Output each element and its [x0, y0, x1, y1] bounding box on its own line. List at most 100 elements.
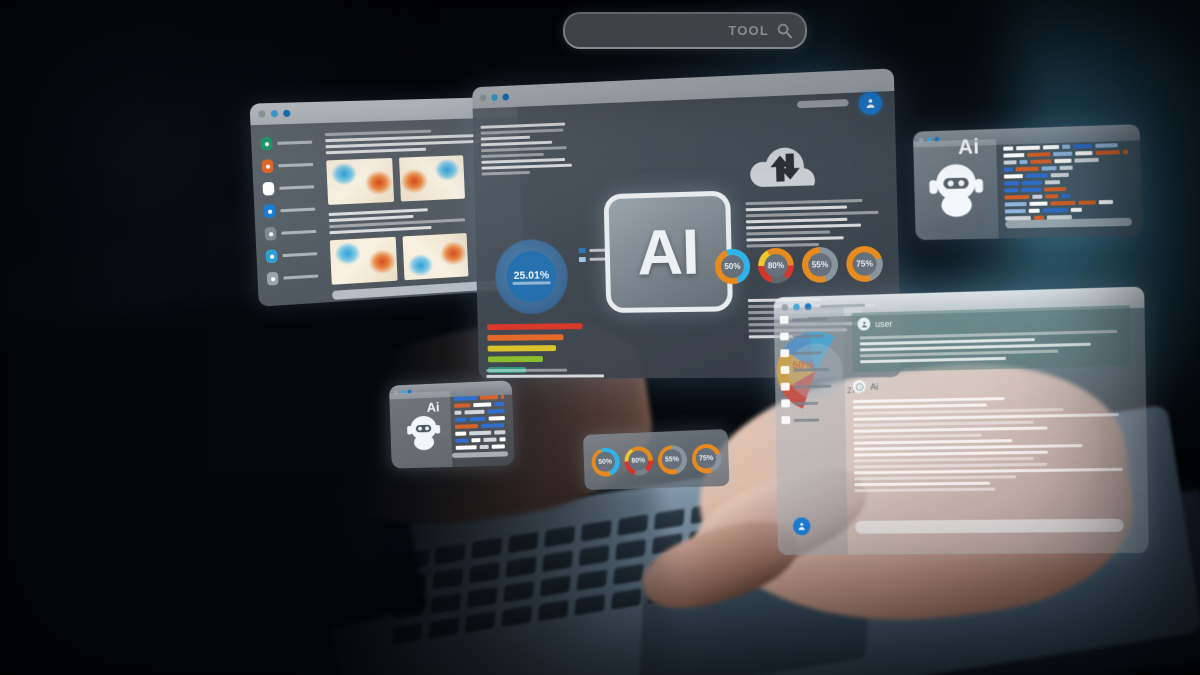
main-gauge-row[interactable]: 50% 80% 55% 75%	[714, 246, 883, 285]
heatmap-thumbnail-1[interactable]	[326, 158, 394, 205]
chat-item-icon[interactable]	[780, 332, 789, 340]
sidebar-nav[interactable]	[260, 135, 327, 295]
bar-chart-bar-1[interactable]	[487, 334, 563, 341]
chat-list-item[interactable]	[780, 348, 844, 357]
main-pie-chart[interactable]: 25.01%	[491, 235, 573, 319]
chat-list-item[interactable]	[781, 365, 845, 374]
address-pill[interactable]	[797, 99, 849, 108]
sidebar-item-3[interactable]	[264, 202, 324, 218]
text-line	[860, 330, 1117, 340]
chat-list-item[interactable]	[781, 381, 845, 390]
code-token	[1004, 160, 1017, 164]
heatmap-thumbnail-4[interactable]	[403, 233, 469, 280]
code-token	[1045, 180, 1060, 184]
chat-list-item[interactable]	[780, 314, 844, 324]
text-line	[853, 413, 1119, 421]
chat-item-label	[794, 418, 819, 421]
sidebar-item-5[interactable]	[266, 247, 326, 264]
gauge-donut[interactable]: 55%	[657, 444, 687, 474]
sidebar-item-1[interactable]	[261, 158, 321, 174]
legend-swatch	[579, 248, 586, 253]
gauge-donut[interactable]: 50%	[714, 249, 750, 285]
chat-item-icon[interactable]	[781, 366, 790, 374]
chat-sidebar-list[interactable]	[774, 306, 848, 555]
sidebar-item-0[interactable]	[260, 135, 320, 150]
user-avatar-icon[interactable]	[859, 91, 883, 114]
text-line	[854, 463, 1047, 469]
gauge-donut[interactable]: 80%	[758, 248, 795, 284]
chat-list-item[interactable]	[781, 415, 845, 424]
close-dot-icon[interactable]	[258, 110, 266, 117]
gauge-donut[interactable]: 50%	[591, 447, 620, 477]
model-icon	[265, 227, 277, 241]
bar-chart-bar-2[interactable]	[488, 345, 557, 351]
code-line	[455, 416, 507, 422]
close-dot-icon[interactable]	[480, 94, 487, 101]
gauge-donut[interactable]: 55%	[802, 247, 839, 283]
heatmap-thumbnail-3[interactable]	[330, 237, 398, 285]
minimize-dot-icon[interactable]	[271, 110, 279, 117]
text-line	[854, 482, 989, 487]
search-icon[interactable]	[776, 22, 793, 39]
gauge-value: 80%	[768, 261, 785, 270]
ai-panel-code-block	[1003, 143, 1134, 224]
code-token	[1005, 195, 1030, 200]
maximize-dot-icon[interactable]	[283, 110, 291, 117]
code-token	[480, 395, 498, 400]
chat-item-icon[interactable]	[781, 383, 790, 391]
chat-list-item[interactable]	[781, 398, 845, 407]
text-line	[486, 369, 567, 372]
code-token	[473, 402, 491, 407]
text-line	[746, 205, 848, 211]
sidebar-item-label	[277, 141, 312, 145]
bar-chart-bar-0[interactable]	[487, 323, 582, 330]
chat-window[interactable]: 50% 27% user ? Ai	[774, 286, 1149, 555]
code-token	[1043, 145, 1059, 149]
code-token	[499, 437, 505, 441]
chat-item-icon[interactable]	[781, 416, 790, 424]
sidebar-item-4[interactable]	[265, 224, 325, 240]
chat-item-icon[interactable]	[781, 399, 790, 407]
bar-chart-bar-3[interactable]	[488, 356, 543, 362]
gauge-donut[interactable]: 75%	[846, 246, 883, 283]
chat-input[interactable]	[855, 519, 1124, 534]
code-token	[1074, 158, 1099, 163]
pipeline-icon	[266, 249, 278, 263]
metrics-gauge-bar[interactable]: 50% 80% 55% 75%	[583, 429, 729, 490]
code-line	[454, 402, 506, 408]
main-text-block-right	[745, 198, 885, 250]
code-token	[1026, 173, 1048, 178]
chat-item-icon[interactable]	[780, 349, 789, 357]
text-line	[854, 451, 1048, 457]
code-line	[1005, 192, 1134, 199]
code-token	[1005, 209, 1026, 213]
ai-small-input[interactable]	[452, 451, 508, 458]
code-token	[472, 438, 481, 442]
chat-list-item[interactable]	[780, 331, 844, 341]
code-token	[501, 395, 504, 399]
ai-assistant-panel-small[interactable]: Ai	[389, 380, 515, 468]
maximize-dot-icon[interactable]	[502, 93, 509, 100]
code-token	[483, 438, 496, 442]
minimize-dot-icon[interactable]	[491, 94, 498, 101]
chat-item-icon[interactable]	[780, 316, 789, 324]
user-avatar-icon	[857, 317, 870, 330]
gauge-value: 55%	[665, 456, 679, 464]
sidebar-item-2[interactable]	[263, 180, 323, 196]
cloud-sync-icon[interactable]	[743, 138, 826, 197]
text-line	[860, 350, 1058, 358]
metric-gauge-row[interactable]: 50% 80% 55% 75%	[591, 443, 722, 477]
send-icon[interactable]	[793, 517, 811, 535]
ai-avatar-icon: ?	[853, 380, 866, 393]
code-line	[1004, 164, 1133, 172]
heatmap-thumbnail-2[interactable]	[399, 155, 465, 201]
gauge-donut[interactable]: 80%	[624, 446, 653, 476]
ai-assistant-panel[interactable]: Ai	[913, 124, 1143, 240]
text-line	[854, 457, 1034, 463]
tool-search-bar[interactable]: TOOL	[563, 12, 807, 49]
sidebar-item-6[interactable]	[267, 269, 327, 286]
gauge-donut[interactable]: 75%	[691, 443, 721, 473]
text-line	[853, 403, 986, 409]
text-line	[855, 488, 996, 493]
ai-panel-input[interactable]	[1005, 218, 1132, 229]
